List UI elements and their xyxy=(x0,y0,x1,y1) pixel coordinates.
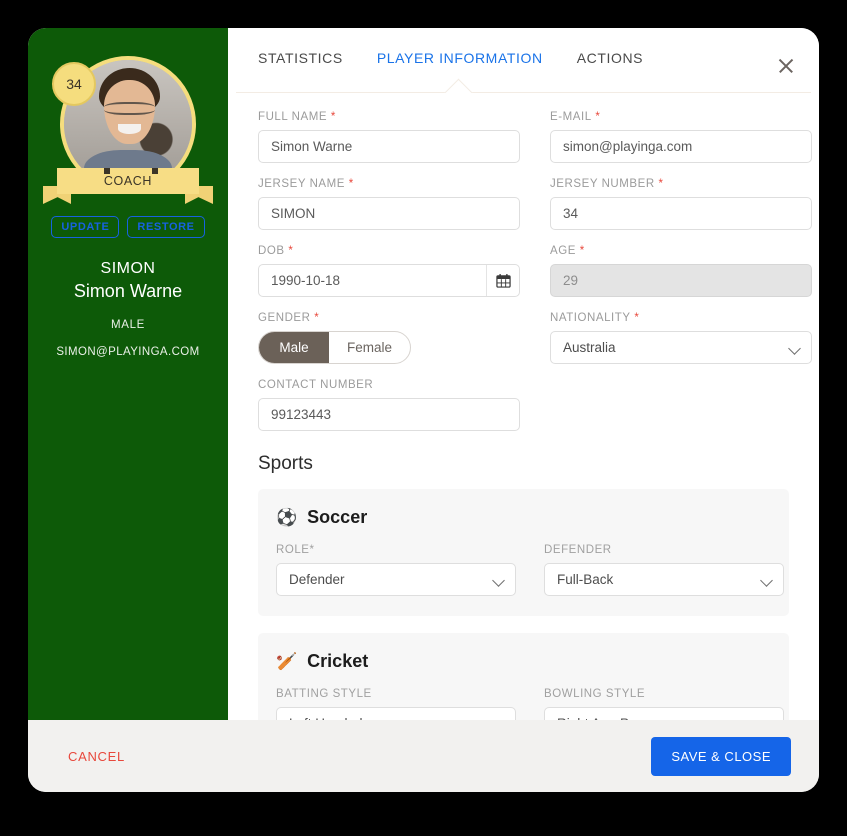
required-marker: * xyxy=(288,245,294,257)
sport-name: Soccer xyxy=(307,507,368,527)
tab-divider-line xyxy=(236,91,811,93)
field-soccer-defender: DEFENDER Full-BackCentre-BackWing-BackSw… xyxy=(544,544,784,596)
form-row-spacer xyxy=(550,379,812,431)
role-ribbon-label: COACH xyxy=(57,168,199,194)
soccer-defender-label: DEFENDER xyxy=(544,544,612,556)
gender-toggle[interactable]: Male Female xyxy=(258,331,412,364)
full-name-label: FULL NAME * xyxy=(258,111,336,123)
form-scroll-area[interactable]: FULL NAME * E-MAIL * JERSEY NAME * xyxy=(228,93,819,720)
tab-player-information[interactable]: PLAYER INFORMATION xyxy=(377,46,543,66)
dob-input[interactable] xyxy=(258,264,520,297)
tab-actions[interactable]: ACTIONS xyxy=(577,46,643,66)
dob-label: DOB * xyxy=(258,245,294,257)
field-email: E-MAIL * xyxy=(550,111,812,163)
required-marker: * xyxy=(634,312,640,324)
sidebar-email: SIMON@PLAYINGA.COM xyxy=(56,346,200,358)
form-row: JERSEY NAME * JERSEY NUMBER * xyxy=(258,178,812,230)
sports-heading: Sports xyxy=(258,453,313,474)
contact-number-input[interactable] xyxy=(258,398,520,431)
form-row: CONTACT NUMBER xyxy=(258,379,789,431)
field-age: AGE * xyxy=(550,245,812,297)
batting-style-select[interactable]: Left HandedRight Handed xyxy=(276,707,516,720)
batting-style-label: BATTING STYLE xyxy=(276,688,372,700)
form-row: DOB * 1990-10-18 AGE * 29 xyxy=(258,245,812,297)
active-tab-indicator xyxy=(441,76,475,93)
soccer-role-label: ROLE* xyxy=(276,544,315,556)
required-marker: * xyxy=(658,178,664,190)
gender-option-male[interactable]: Male xyxy=(259,332,329,363)
role-ribbon: COACH xyxy=(43,168,213,204)
restore-button[interactable]: RESTORE xyxy=(127,216,205,238)
sport-card-cricket: 🏏 Cricket BATTING STYLE Left HandedRight… xyxy=(258,633,789,720)
content-panel: STATISTICS PLAYER INFORMATION ACTIONS FU… xyxy=(228,28,819,720)
field-soccer-role: ROLE* DefenderMidfielderForwardGoalkeepe… xyxy=(276,544,516,596)
sport-card-header: 🏏 Cricket xyxy=(276,651,771,672)
field-dob: DOB * xyxy=(258,245,520,297)
sidebar-gender: MALE xyxy=(110,319,146,331)
required-marker: * xyxy=(314,312,320,324)
jersey-name-label: JERSEY NAME * xyxy=(258,178,354,190)
player-profile-sidebar: 34 COACH UPDATE RESTORE SIMON Simon Warn… xyxy=(28,28,228,720)
tab-bar: STATISTICS PLAYER INFORMATION ACTIONS xyxy=(228,28,819,83)
bowling-style-label: BOWLING STYLE xyxy=(544,688,646,700)
field-bowling-style: BOWLING STYLE Right Arm PaceLeft Arm Pac… xyxy=(544,688,784,720)
update-button[interactable]: UPDATE xyxy=(51,216,120,238)
age-label: AGE * xyxy=(550,245,585,257)
bowling-style-select[interactable]: Right Arm PaceLeft Arm PaceRight Arm Spi… xyxy=(544,707,784,720)
nationality-select[interactable]: AustraliaIndiaEnglandNew ZealandSouth Af… xyxy=(550,331,812,364)
soccer-role-select[interactable]: DefenderMidfielderForwardGoalkeeper xyxy=(276,563,516,596)
required-marker: * xyxy=(348,178,354,190)
contact-number-label: CONTACT NUMBER xyxy=(258,379,374,391)
sport-name: Cricket xyxy=(307,651,369,671)
modal-footer: CANCEL SAVE & CLOSE xyxy=(28,720,819,792)
player-edit-modal: 34 COACH UPDATE RESTORE SIMON Simon Warn… xyxy=(28,28,819,792)
required-marker: * xyxy=(330,111,336,123)
sport-card-soccer: ⚽ Soccer ROLE* DefenderMidfielderForward… xyxy=(258,489,789,616)
field-batting-style: BATTING STYLE Left HandedRight Handed xyxy=(276,688,516,720)
close-icon[interactable] xyxy=(775,55,797,77)
field-gender: GENDER * Male Female xyxy=(258,312,520,364)
required-marker: * xyxy=(579,245,585,257)
sidebar-jersey-name: SIMON xyxy=(100,260,156,277)
email-label: E-MAIL * xyxy=(550,111,601,123)
cancel-button[interactable]: CANCEL xyxy=(56,741,137,772)
form-row: GENDER * Male Female NATIONALITY * Austr… xyxy=(258,312,812,364)
tab-statistics[interactable]: STATISTICS xyxy=(258,46,343,66)
field-contact-number: CONTACT NUMBER xyxy=(258,379,520,431)
sidebar-full-name: Simon Warne xyxy=(73,281,183,301)
save-and-close-button[interactable]: SAVE & CLOSE xyxy=(651,736,791,776)
calendar-icon[interactable] xyxy=(486,265,519,296)
field-jersey-number: JERSEY NUMBER * xyxy=(550,178,812,230)
sidebar-actions: UPDATE RESTORE xyxy=(28,216,228,238)
tab-divider xyxy=(236,83,811,93)
form-row: FULL NAME * E-MAIL * xyxy=(258,111,812,163)
cricket-bat-icon: 🏏 xyxy=(276,652,298,671)
jersey-number-input[interactable] xyxy=(550,197,812,230)
required-marker: * xyxy=(595,111,601,123)
field-nationality: NATIONALITY * AustraliaIndiaEnglandNew Z… xyxy=(550,312,812,364)
full-name-input[interactable] xyxy=(258,130,520,163)
email-input[interactable] xyxy=(550,130,812,163)
soccer-ball-icon: ⚽ xyxy=(276,508,298,527)
jersey-name-input[interactable] xyxy=(258,197,520,230)
gender-option-female[interactable]: Female xyxy=(329,332,410,363)
gender-label: GENDER * xyxy=(258,312,320,324)
modal-body: 34 COACH UPDATE RESTORE SIMON Simon Warn… xyxy=(28,28,819,720)
field-jersey-name: JERSEY NAME * xyxy=(258,178,520,230)
soccer-defender-select[interactable]: Full-BackCentre-BackWing-BackSweeper xyxy=(544,563,784,596)
age-input xyxy=(550,264,812,297)
jersey-number-badge: 34 xyxy=(52,62,96,106)
nationality-label: NATIONALITY * xyxy=(550,312,640,324)
jersey-number-label: JERSEY NUMBER * xyxy=(550,178,664,190)
sport-card-header: ⚽ Soccer xyxy=(276,507,771,528)
field-full-name: FULL NAME * xyxy=(258,111,520,163)
